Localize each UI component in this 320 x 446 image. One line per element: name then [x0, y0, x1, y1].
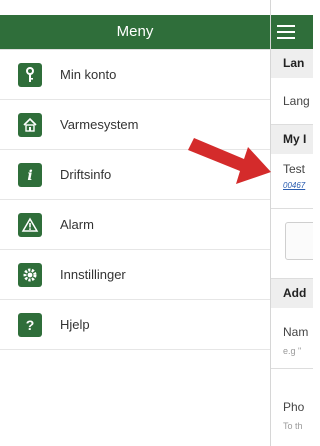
menu-item-innstillinger[interactable]: Innstillinger	[0, 250, 270, 300]
menu-item-varmesystem[interactable]: Varmesystem	[0, 100, 270, 150]
side-menu: Meny Min konto Varmesystem i Driftsinfo …	[0, 0, 271, 446]
test-label: Test	[283, 162, 306, 176]
key-icon	[18, 62, 42, 87]
add-section-header: Add	[271, 279, 313, 308]
phone-label: Pho	[283, 400, 305, 414]
menu-item-label: Innstillinger	[60, 267, 126, 282]
divider	[271, 208, 313, 209]
menu-header-title: Meny	[0, 15, 270, 49]
menu-item-hjelp[interactable]: ? Hjelp	[0, 300, 270, 350]
my-section-header: My I	[271, 125, 313, 154]
main-topbar	[271, 15, 313, 49]
menu-item-label: Hjelp	[60, 317, 90, 332]
house-icon	[18, 112, 42, 137]
main-content: Lan Lang My I Test 00467 Add Nam e.g " P…	[271, 0, 313, 446]
menu-item-label: Varmesystem	[60, 117, 139, 132]
gear-icon	[18, 262, 42, 287]
name-label: Nam	[283, 325, 309, 339]
menu-item-driftsinfo[interactable]: i Driftsinfo	[0, 150, 270, 200]
test-link[interactable]: 00467	[271, 180, 313, 192]
divider	[271, 368, 313, 369]
language-row[interactable]: Lang	[271, 78, 313, 124]
menu-item-label: Alarm	[60, 217, 94, 232]
language-section-header: Lan	[271, 49, 313, 78]
info-icon: i	[18, 162, 42, 187]
menu-list: Min konto Varmesystem i Driftsinfo Alarm	[0, 49, 270, 350]
menu-item-label: Driftsinfo	[60, 167, 112, 182]
hamburger-icon[interactable]	[277, 25, 295, 39]
menu-item-alarm[interactable]: Alarm	[0, 200, 270, 250]
phone-hint: To th	[283, 421, 303, 431]
menu-item-label: Min konto	[60, 67, 117, 82]
svg-text:i: i	[27, 168, 32, 183]
name-hint: e.g "	[283, 346, 302, 356]
svg-text:?: ?	[26, 317, 35, 333]
help-icon: ?	[18, 312, 42, 337]
menu-item-min-konto[interactable]: Min konto	[0, 50, 270, 100]
warning-icon	[18, 212, 42, 237]
action-box[interactable]	[285, 222, 313, 260]
